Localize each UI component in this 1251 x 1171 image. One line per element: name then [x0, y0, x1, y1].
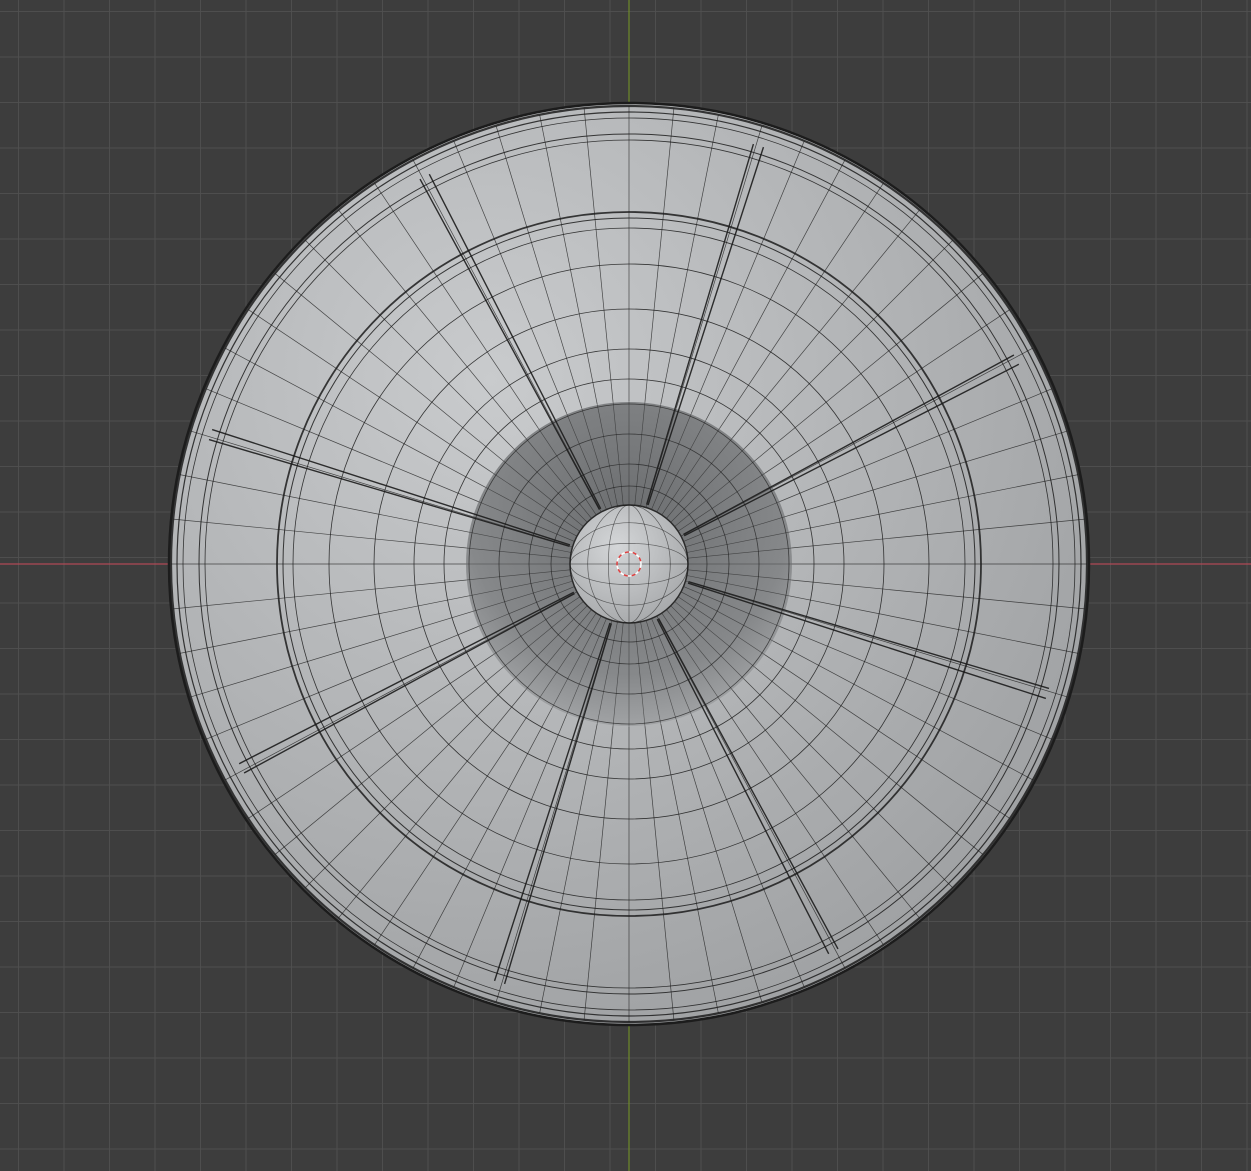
3d-viewport[interactable] — [0, 0, 1251, 1171]
mesh-object[interactable] — [167, 101, 1091, 1027]
scene-canvas[interactable] — [0, 0, 1251, 1171]
